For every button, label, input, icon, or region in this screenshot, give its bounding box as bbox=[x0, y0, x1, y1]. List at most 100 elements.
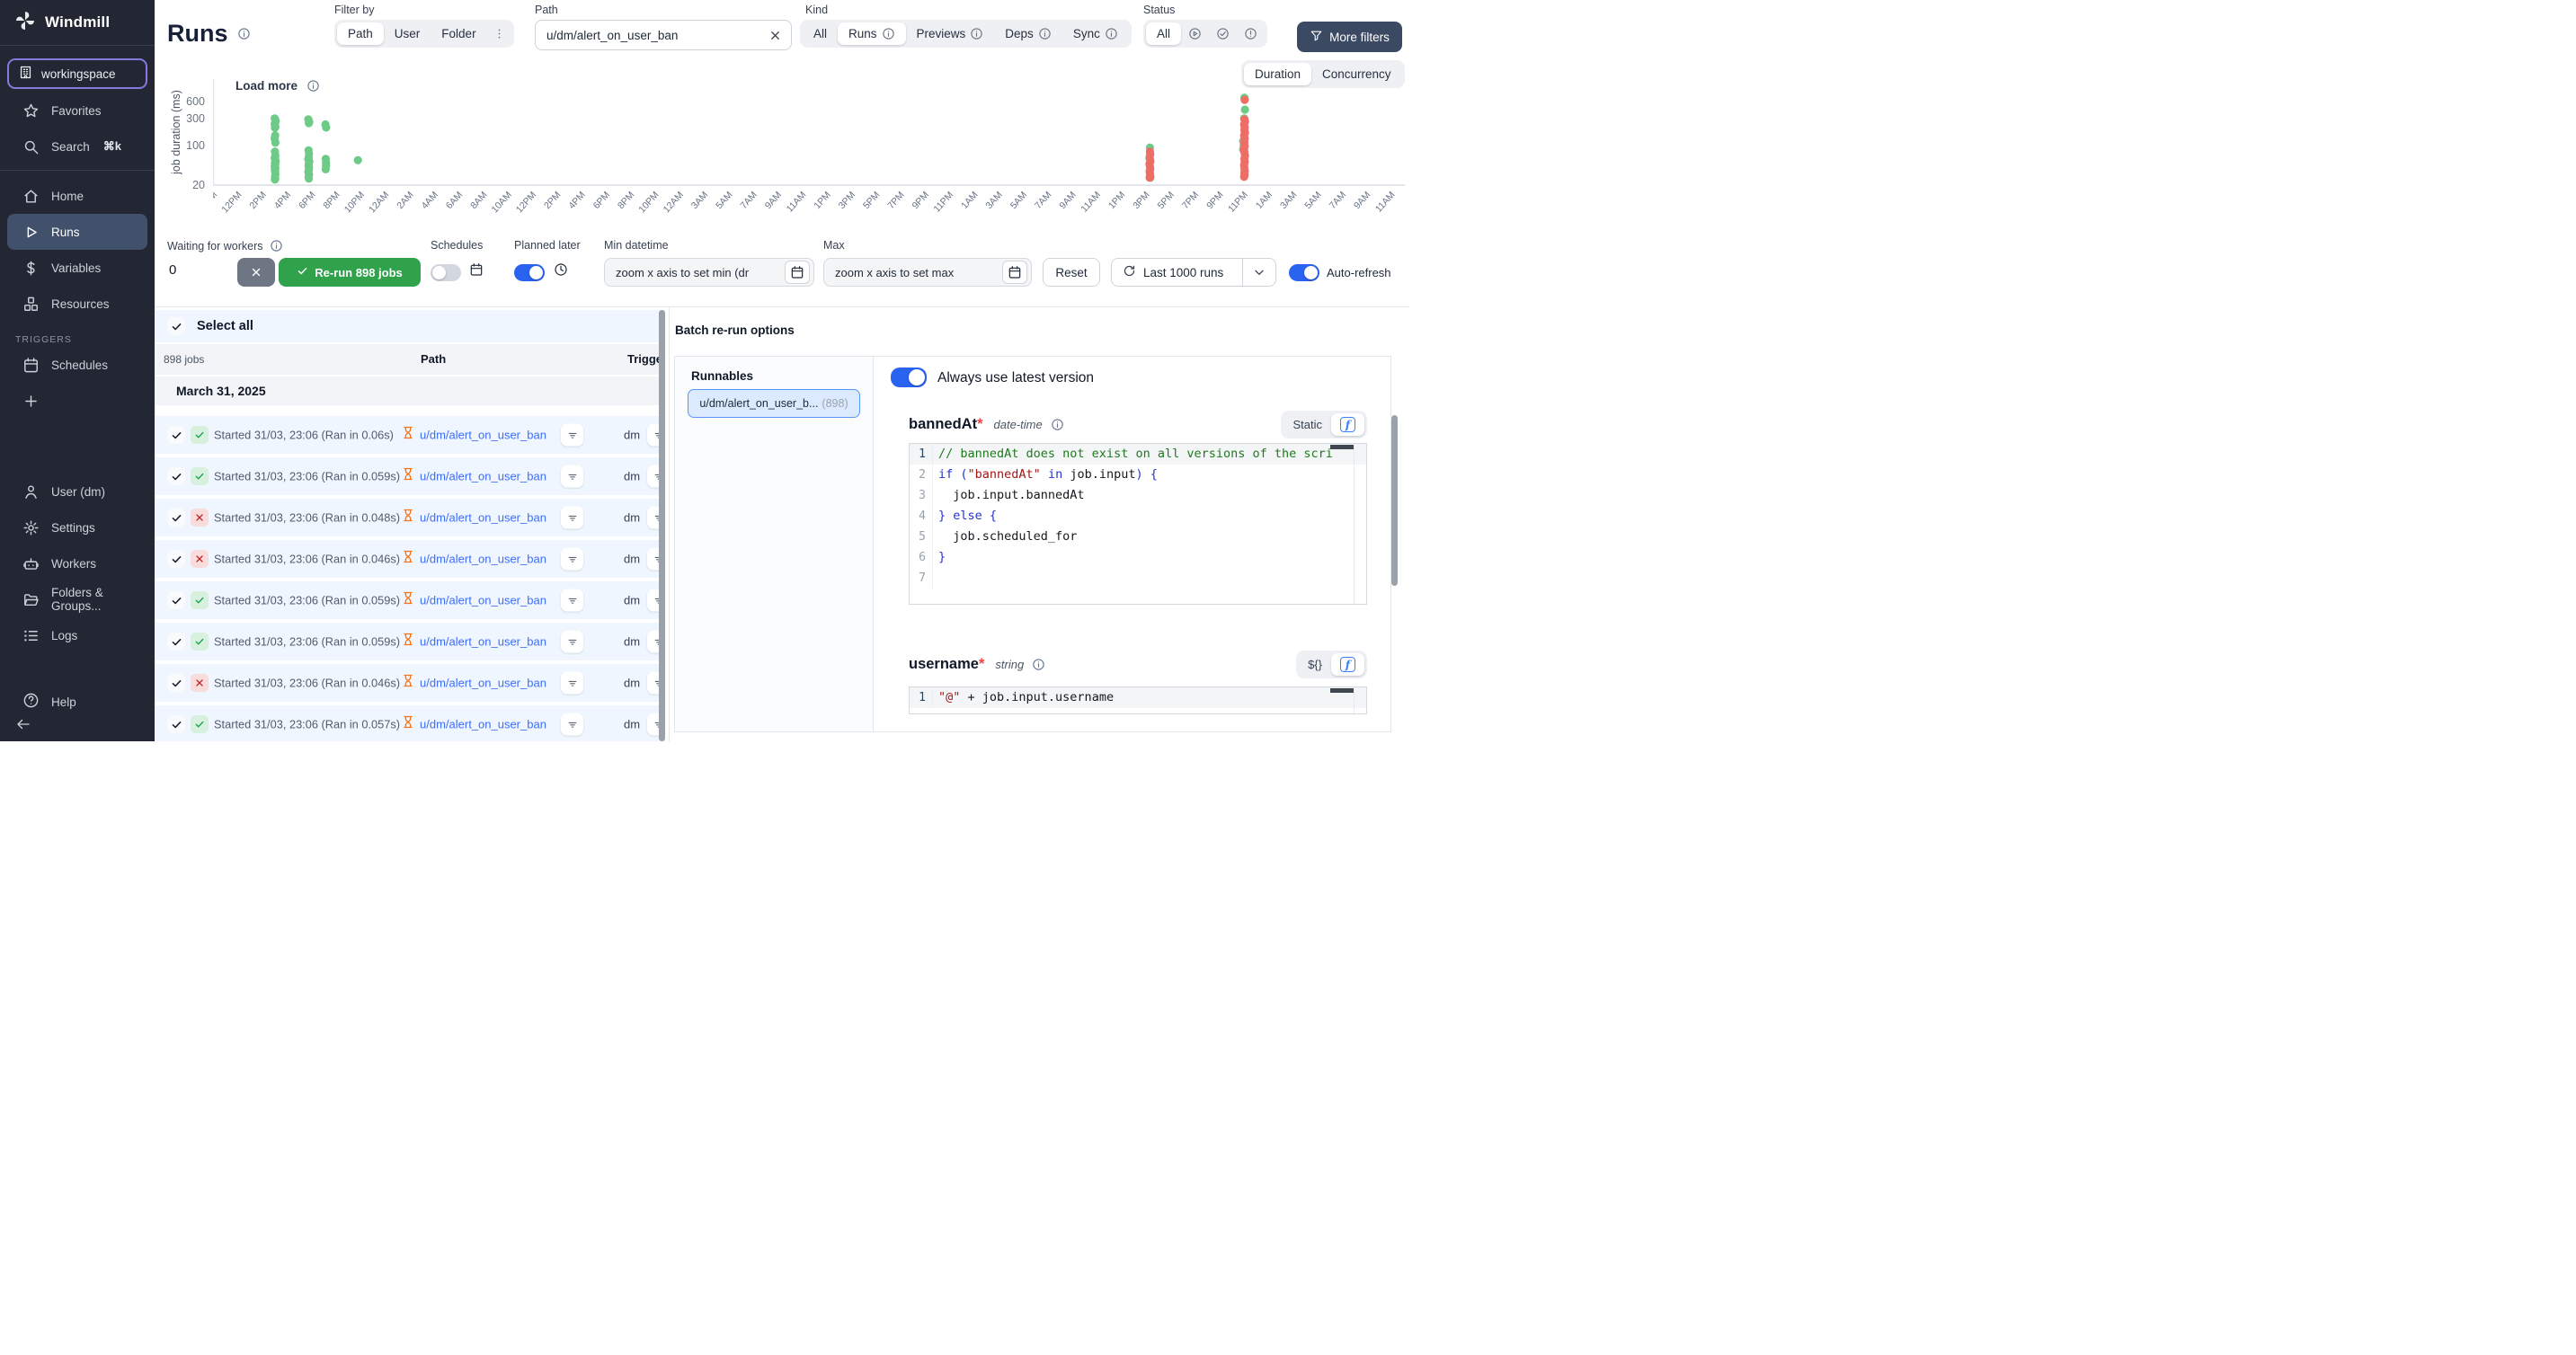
filter-by-path-button[interactable] bbox=[561, 631, 583, 653]
schedules-toggle[interactable] bbox=[431, 264, 461, 281]
latest-version-toggle[interactable] bbox=[891, 368, 927, 387]
job-point-ok[interactable] bbox=[322, 123, 330, 131]
sidebar-item-resources[interactable]: Resources bbox=[7, 286, 147, 322]
filter-by-path-button[interactable] bbox=[561, 672, 583, 695]
logo-row[interactable]: Windmill bbox=[0, 0, 155, 45]
row-checkbox[interactable] bbox=[167, 550, 185, 568]
job-point-ok[interactable] bbox=[322, 165, 330, 173]
filter-by-path-button[interactable] bbox=[561, 424, 583, 447]
mode-option-static[interactable]: ${} bbox=[1299, 654, 1331, 675]
min-datetime-calendar-button[interactable] bbox=[785, 261, 810, 284]
job-point-ok[interactable] bbox=[271, 138, 280, 146]
min-datetime-input[interactable] bbox=[616, 266, 785, 279]
editor-scrollbar[interactable] bbox=[1330, 688, 1354, 693]
select-all-checkbox[interactable] bbox=[167, 317, 185, 335]
filter-by-path-button[interactable] bbox=[561, 548, 583, 571]
filter-by-path-button[interactable] bbox=[561, 589, 583, 612]
cancel-selection-button[interactable] bbox=[237, 258, 275, 287]
panel-scrollbar[interactable] bbox=[1391, 415, 1398, 586]
run-path-link[interactable]: u/dm/alert_on_user_ban bbox=[420, 718, 546, 731]
more-filters-button[interactable]: More filters bbox=[1297, 22, 1402, 52]
mode-option-static[interactable]: Static bbox=[1284, 414, 1331, 435]
filter-by-option-user[interactable]: User bbox=[384, 22, 431, 45]
run-path-link[interactable]: u/dm/alert_on_user_ban bbox=[420, 511, 546, 525]
kind-option-previews[interactable]: Previews bbox=[906, 22, 995, 45]
filter-by-option-folder[interactable]: Folder bbox=[431, 22, 486, 45]
row-checkbox[interactable] bbox=[167, 509, 185, 527]
run-path-link[interactable]: u/dm/alert_on_user_ban bbox=[420, 429, 546, 442]
sidebar-item-schedules[interactable]: Schedules bbox=[7, 347, 147, 383]
path-filter-input[interactable] bbox=[545, 28, 768, 43]
run-path-link[interactable]: u/dm/alert_on_user_ban bbox=[420, 470, 546, 483]
filter-by-kebab-menu[interactable] bbox=[487, 22, 511, 45]
sidebar-item-runs[interactable]: Runs bbox=[7, 214, 147, 250]
sidebar-item-add[interactable] bbox=[7, 383, 147, 419]
row-checkbox[interactable] bbox=[167, 633, 185, 651]
filter-by-path-button[interactable] bbox=[561, 713, 583, 736]
status-option-alert-circle[interactable] bbox=[1237, 22, 1265, 45]
kind-option-all[interactable]: All bbox=[803, 22, 838, 45]
row-checkbox[interactable] bbox=[167, 715, 185, 733]
last-runs-button[interactable]: Last 1000 runs bbox=[1112, 259, 1236, 286]
table-row[interactable]: Started 31/03, 23:06 (Ran in 0.046s)u/dm… bbox=[155, 664, 665, 702]
mode-option-javascript[interactable]: f bbox=[1331, 653, 1364, 676]
code-editor-bannedAt[interactable]: 1// bannedAt does not exist on all versi… bbox=[909, 443, 1367, 605]
run-path-link[interactable]: u/dm/alert_on_user_ban bbox=[420, 635, 546, 649]
job-point-ok[interactable] bbox=[271, 124, 279, 132]
sidebar-item-favorites[interactable]: Favorites bbox=[7, 93, 147, 128]
max-datetime-input[interactable] bbox=[835, 266, 1002, 279]
waiting-info-icon[interactable] bbox=[270, 239, 283, 252]
job-point-ok[interactable] bbox=[305, 174, 313, 182]
table-row[interactable]: Started 31/03, 23:06 (Ran in 0.059s)u/dm… bbox=[155, 457, 665, 495]
rerun-jobs-button[interactable]: Re-run 898 jobs bbox=[279, 258, 421, 287]
job-point-fail[interactable] bbox=[1240, 173, 1248, 181]
row-checkbox[interactable] bbox=[167, 674, 185, 692]
planned-later-toggle[interactable] bbox=[514, 264, 545, 281]
runs-info-icon[interactable] bbox=[237, 27, 251, 40]
row-checkbox[interactable] bbox=[167, 426, 185, 444]
panel-splitter[interactable] bbox=[669, 306, 670, 741]
filter-by-option-path[interactable]: Path bbox=[337, 22, 384, 45]
sidebar-item-workers[interactable]: Workers bbox=[7, 545, 147, 581]
run-path-link[interactable]: u/dm/alert_on_user_ban bbox=[420, 677, 546, 690]
table-row[interactable]: Started 31/03, 23:06 (Ran in 0.06s)u/dm/… bbox=[155, 416, 665, 454]
run-path-link[interactable]: u/dm/alert_on_user_ban bbox=[420, 553, 546, 566]
sidebar-item-home[interactable]: Home bbox=[7, 178, 147, 214]
table-scrollbar[interactable] bbox=[659, 310, 665, 741]
table-row[interactable]: Started 31/03, 23:06 (Ran in 0.059s)u/dm… bbox=[155, 581, 665, 619]
run-path-link[interactable]: u/dm/alert_on_user_ban bbox=[420, 594, 546, 607]
max-datetime-calendar-button[interactable] bbox=[1002, 261, 1027, 284]
sidebar-item-folders-groups[interactable]: Folders & Groups... bbox=[7, 581, 147, 617]
sidebar-item-variables[interactable]: Variables bbox=[7, 250, 147, 286]
kind-option-runs[interactable]: Runs bbox=[838, 22, 906, 45]
last-runs-dropdown-button[interactable] bbox=[1242, 259, 1275, 286]
kind-option-sync[interactable]: Sync bbox=[1062, 22, 1129, 45]
job-point-fail[interactable] bbox=[1146, 173, 1154, 182]
filter-by-path-button[interactable] bbox=[561, 465, 583, 488]
sidebar-item-settings[interactable]: Settings bbox=[7, 509, 147, 545]
table-row[interactable]: Started 31/03, 23:06 (Ran in 0.048s)u/dm… bbox=[155, 499, 665, 536]
runnable-item[interactable]: u/dm/alert_on_user_b... (898) bbox=[688, 389, 860, 418]
field-info-icon[interactable] bbox=[1032, 658, 1045, 671]
field-info-icon[interactable] bbox=[1051, 418, 1064, 431]
workspace-selector[interactable]: workingspace bbox=[7, 58, 147, 89]
collapse-sidebar-button[interactable] bbox=[15, 716, 31, 737]
job-point-fail[interactable] bbox=[1240, 96, 1248, 104]
job-point-ok[interactable] bbox=[354, 156, 362, 164]
status-option-check-circle[interactable] bbox=[1209, 22, 1237, 45]
row-checkbox[interactable] bbox=[167, 591, 185, 609]
reset-button[interactable]: Reset bbox=[1043, 258, 1100, 287]
sidebar-item-user-dm[interactable]: User (dm) bbox=[7, 474, 147, 509]
kind-option-deps[interactable]: Deps bbox=[994, 22, 1062, 45]
code-editor-username[interactable]: 1"@" + job.input.username bbox=[909, 686, 1367, 714]
table-row[interactable]: Started 31/03, 23:06 (Ran in 0.057s)u/dm… bbox=[155, 705, 665, 741]
status-option-all[interactable]: All bbox=[1146, 22, 1181, 45]
status-option-play-circle[interactable] bbox=[1181, 22, 1209, 45]
auto-refresh-toggle[interactable] bbox=[1289, 264, 1319, 281]
filter-by-path-button[interactable] bbox=[561, 507, 583, 529]
job-point-ok[interactable] bbox=[1241, 105, 1249, 113]
job-point-ok[interactable] bbox=[271, 175, 279, 183]
editor-scrollbar[interactable] bbox=[1330, 445, 1354, 449]
mode-option-javascript[interactable]: f bbox=[1331, 413, 1364, 436]
table-row[interactable]: Started 31/03, 23:06 (Ran in 0.046s)u/dm… bbox=[155, 540, 665, 578]
